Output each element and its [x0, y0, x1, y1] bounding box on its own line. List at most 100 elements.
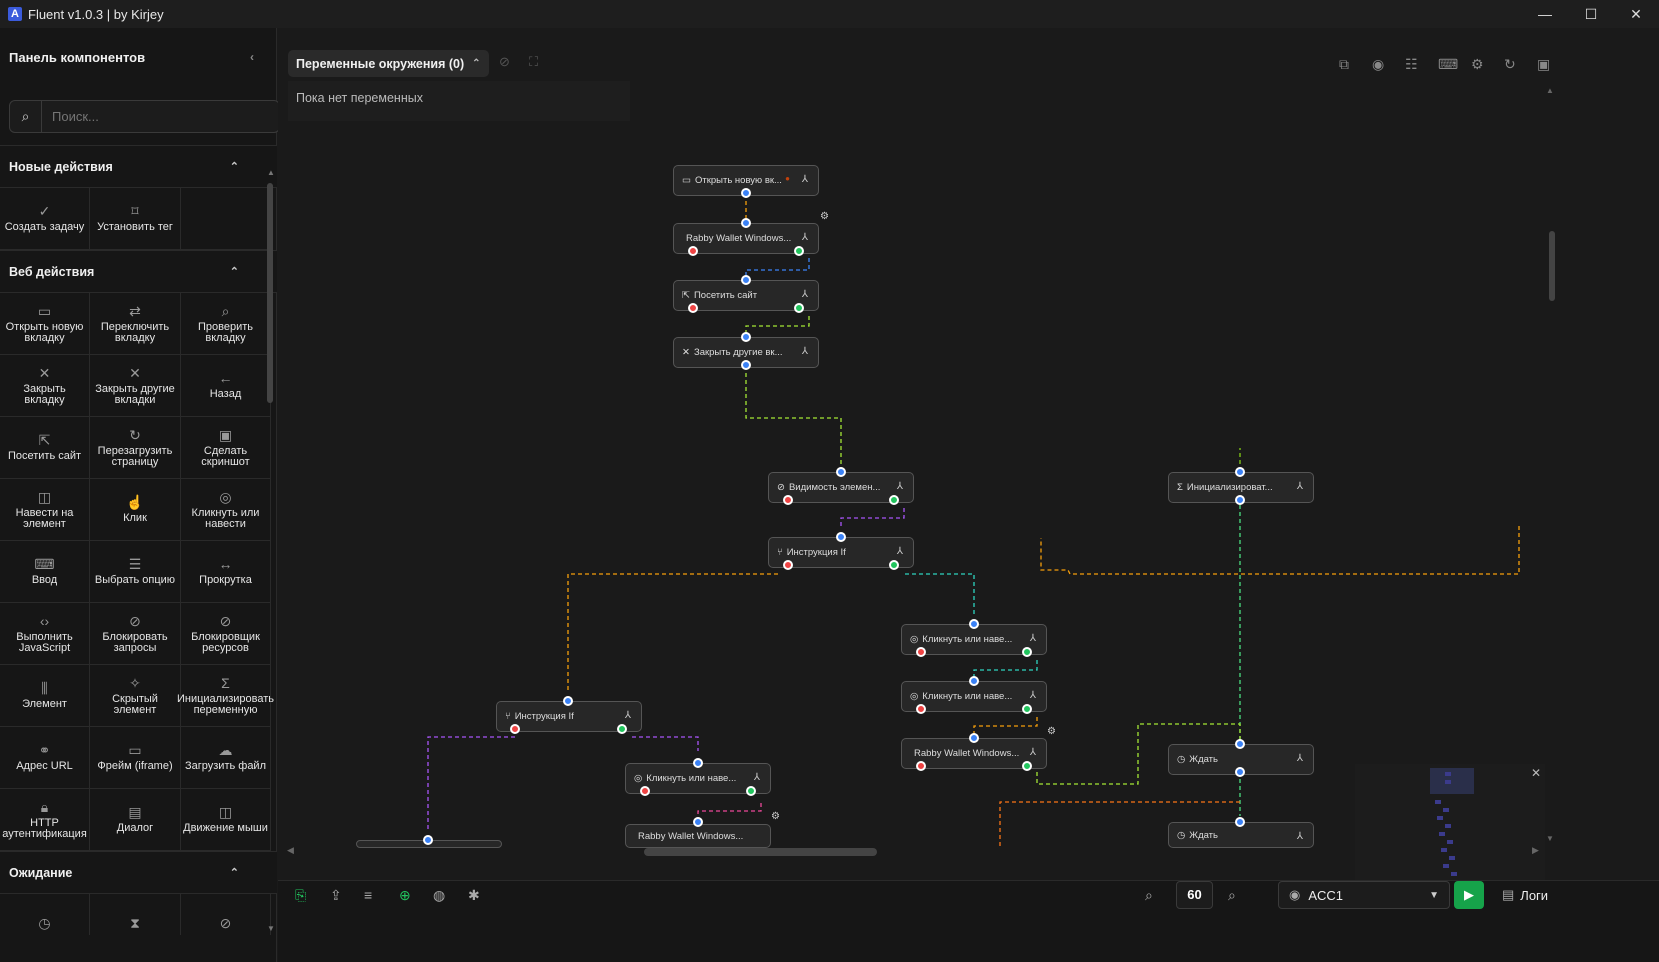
zoom-level[interactable]: 60: [1176, 881, 1213, 909]
zoom-out-icon[interactable]: ⌕: [1145, 887, 1153, 904]
component-select-option[interactable]: ☰ Выбрать опцию: [90, 541, 181, 603]
eye-icon[interactable]: ◉: [1372, 56, 1384, 73]
component-hidden-element[interactable]: ✧ Скрытый элемент: [90, 665, 181, 727]
node-input-port[interactable]: [563, 696, 573, 706]
component-resource-blocker[interactable]: ⊘ Блокировщик ресурсов: [181, 603, 271, 665]
gear-icon[interactable]: ⚙: [820, 211, 829, 222]
component-visit-site[interactable]: ⇱ Посетить сайт: [0, 417, 90, 479]
node-success-port[interactable]: [1022, 647, 1032, 657]
node-success-port[interactable]: [794, 246, 804, 256]
env-variables-toggle[interactable]: Переменные окружения (0) ⌃: [288, 50, 489, 77]
copy-icon[interactable]: ⧉: [1339, 56, 1349, 73]
canvas-vertical-scrollbar[interactable]: ▲ ▼: [1546, 86, 1558, 846]
save-icon[interactable]: ▣: [1537, 56, 1550, 73]
node-success-port[interactable]: [889, 495, 899, 505]
node-error-port[interactable]: [783, 495, 793, 505]
branch-icon[interactable]: ⅄: [802, 232, 808, 243]
branch-icon[interactable]: ⅄: [754, 772, 760, 783]
node-input-port[interactable]: [969, 676, 979, 686]
component-wait-hidden[interactable]: ⊘: [181, 894, 271, 935]
sidebar-scroll-thumb[interactable]: [267, 183, 273, 403]
branch-icon[interactable]: ⅄: [897, 546, 903, 557]
node-input-port[interactable]: [693, 758, 703, 768]
component-back[interactable]: ← Назад: [181, 355, 271, 417]
gear-icon[interactable]: ⚙: [1047, 726, 1056, 737]
branch-icon[interactable]: ⅄: [802, 346, 808, 357]
gear-icon[interactable]: ⚙: [771, 811, 780, 822]
branch-icon[interactable]: ⅄: [1297, 831, 1303, 842]
branch-icon[interactable]: ⅄: [1030, 690, 1036, 701]
branch-icon[interactable]: ⅄: [802, 289, 808, 300]
component-input[interactable]: ⌨ Ввод: [0, 541, 90, 603]
hide-env-icon[interactable]: ⊘: [499, 54, 510, 70]
node-input-port[interactable]: [741, 218, 751, 228]
node-input-port[interactable]: [969, 733, 979, 743]
keyboard-icon[interactable]: ⌨: [1438, 56, 1458, 73]
branch-icon[interactable]: ⅄: [1297, 481, 1303, 492]
node-input-port[interactable]: [423, 835, 433, 845]
canvas-vscroll-thumb[interactable]: [1549, 231, 1555, 301]
node-error-port[interactable]: [640, 786, 650, 796]
sidebar-scrollbar[interactable]: ▲ ▼: [265, 168, 275, 938]
component-hover-element[interactable]: ◫ Навести на элемент: [0, 479, 90, 541]
canvas-hscroll-thumb[interactable]: [644, 848, 877, 856]
component-element[interactable]: ⫼ Элемент: [0, 665, 90, 727]
branch-icon[interactable]: ⅄: [802, 174, 808, 185]
close-minimap-icon[interactable]: ✕: [1531, 766, 1541, 780]
node-output-port[interactable]: [1235, 767, 1245, 777]
node-input-port[interactable]: [1235, 817, 1245, 827]
import-icon[interactable]: ⇪: [330, 887, 342, 904]
node-error-port[interactable]: [688, 303, 698, 313]
node-input-port[interactable]: [836, 467, 846, 477]
component-click[interactable]: ☝ Клик: [90, 479, 181, 541]
component-close-tab[interactable]: ✕ Закрыть вкладку: [0, 355, 90, 417]
node-error-port[interactable]: [916, 761, 926, 771]
node-input-port[interactable]: [693, 817, 703, 827]
category-header-waiting[interactable]: Ожидание ⌃: [0, 851, 277, 894]
checklist-icon[interactable]: ≡: [364, 887, 372, 903]
node-success-port[interactable]: [1022, 704, 1032, 714]
node-success-port[interactable]: [617, 724, 627, 734]
bug-icon[interactable]: ✱: [468, 887, 480, 904]
node-error-port[interactable]: [783, 560, 793, 570]
run-button[interactable]: ▶: [1454, 881, 1484, 909]
component-screenshot[interactable]: ▣ Сделать скриншот: [181, 417, 271, 479]
component-wait-hourglass[interactable]: ⧗: [90, 894, 181, 935]
logs-button[interactable]: ▤ Логи: [1502, 881, 1548, 909]
branch-icon[interactable]: ⅄: [1030, 747, 1036, 758]
component-http-auth[interactable]: 🔒︎ HTTP аутентификация: [0, 789, 90, 851]
node-success-port[interactable]: [889, 560, 899, 570]
branch-icon[interactable]: ⅄: [1030, 633, 1036, 644]
flow-canvas[interactable]: ▭ Открыть новую вк... ● ⅄ Rabby Wallet Wi…: [278, 86, 1548, 904]
node-success-port[interactable]: [1022, 761, 1032, 771]
component-scroll[interactable]: ↔ Прокрутка: [181, 541, 271, 603]
globe-icon[interactable]: ◍: [433, 887, 445, 904]
component-set-tag[interactable]: ⌑ Установить тег: [90, 188, 181, 250]
node-input-port[interactable]: [1235, 739, 1245, 749]
node-input-port[interactable]: [741, 275, 751, 285]
node-input-port[interactable]: [836, 532, 846, 542]
component-dialog[interactable]: ▤ Диалог: [90, 789, 181, 851]
node-error-port[interactable]: [688, 246, 698, 256]
close-button[interactable]: ✕: [1613, 0, 1659, 28]
branch-icon[interactable]: ⅄: [897, 481, 903, 492]
share-icon[interactable]: ⎘: [295, 887, 306, 904]
zoom-in-icon[interactable]: ⌕: [1228, 887, 1236, 904]
download-icon[interactable]: ⊕: [399, 887, 411, 904]
minimize-button[interactable]: —: [1522, 0, 1568, 28]
node-success-port[interactable]: [746, 786, 756, 796]
canvas-horizontal-scrollbar[interactable]: ◀ ▶: [287, 845, 1542, 859]
component-url[interactable]: ⚭ Адрес URL: [0, 727, 90, 789]
component-run-javascript[interactable]: ‹› Выполнить JavaScript: [0, 603, 90, 665]
component-init-variable[interactable]: Σ Инициализировать переменную: [177, 665, 274, 727]
component-mouse-move[interactable]: ◫ Движение мыши: [181, 789, 271, 851]
node-error-port[interactable]: [916, 647, 926, 657]
component-iframe[interactable]: ▭ Фрейм (iframe): [90, 727, 181, 789]
expand-icon[interactable]: ⛶: [529, 54, 538, 70]
component-reload-page[interactable]: ↻ Перезагрузить страницу: [90, 417, 181, 479]
node-error-port[interactable]: [510, 724, 520, 734]
node-output-port[interactable]: [741, 188, 751, 198]
node-input-port[interactable]: [969, 619, 979, 629]
collapse-panel-button[interactable]: ‹: [250, 50, 254, 64]
component-block-requests[interactable]: ⊘ Блокировать запросы: [90, 603, 181, 665]
